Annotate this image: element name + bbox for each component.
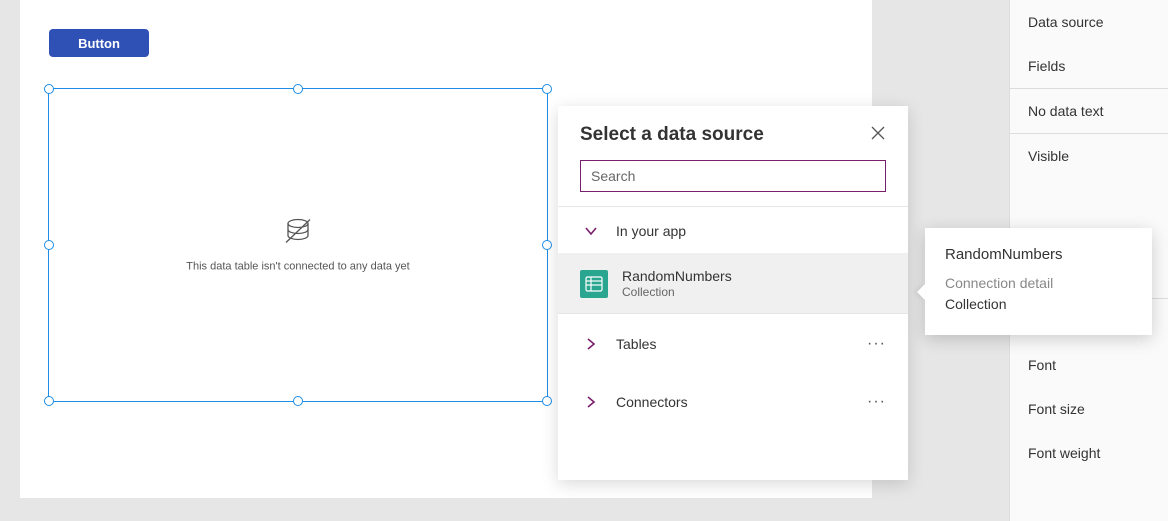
resize-handle-tm[interactable]	[293, 84, 303, 94]
prop-fields[interactable]: Fields	[1010, 44, 1168, 88]
section-tables[interactable]: Tables ···	[558, 314, 908, 372]
button-label: Button	[78, 36, 120, 51]
popout-title: Select a data source	[580, 124, 764, 146]
datatable-empty-state: This data table isn't connected to any d…	[49, 218, 547, 273]
prop-no-data-text[interactable]: No data text	[1010, 89, 1168, 133]
item-subtitle: Collection	[622, 285, 732, 299]
datatable-empty-text: This data table isn't connected to any d…	[49, 261, 547, 273]
more-icon[interactable]: ···	[867, 393, 886, 411]
resize-handle-bm[interactable]	[293, 396, 303, 406]
prop-visible[interactable]: Visible	[1010, 134, 1168, 178]
prop-data-source[interactable]: Data source	[1010, 0, 1168, 44]
resize-handle-tl[interactable]	[44, 84, 54, 94]
resize-handle-bl[interactable]	[44, 396, 54, 406]
more-icon[interactable]: ···	[867, 335, 886, 353]
data-source-item-randomnumbers[interactable]: RandomNumbers Collection	[558, 253, 908, 313]
datatable-control-selected[interactable]: This data table isn't connected to any d…	[48, 88, 548, 402]
item-title: RandomNumbers	[622, 268, 732, 285]
data-source-tooltip: RandomNumbers Connection detail Collecti…	[925, 228, 1152, 335]
chevron-down-icon	[580, 224, 602, 238]
close-icon[interactable]	[870, 125, 886, 146]
tooltip-connection-label: Connection detail	[945, 273, 1132, 294]
collection-icon	[580, 270, 608, 298]
section-connectors[interactable]: Connectors ···	[558, 372, 908, 430]
prop-font[interactable]: Font	[1010, 343, 1168, 387]
section-label: In your app	[616, 223, 686, 239]
section-in-your-app[interactable]: In your app	[558, 207, 908, 253]
data-source-popout: Select a data source In your app RandomN…	[558, 106, 908, 480]
chevron-right-icon	[580, 337, 602, 351]
section-label: Connectors	[616, 394, 688, 410]
tooltip-title: RandomNumbers	[945, 246, 1132, 263]
prop-font-weight[interactable]: Font weight	[1010, 431, 1168, 475]
button-control[interactable]: Button	[49, 29, 149, 57]
section-label: Tables	[616, 336, 656, 352]
resize-handle-tr[interactable]	[542, 84, 552, 94]
prop-font-size[interactable]: Font size	[1010, 387, 1168, 431]
tooltip-connection-value: Collection	[945, 294, 1132, 315]
chevron-right-icon	[580, 395, 602, 409]
search-input[interactable]	[580, 160, 886, 192]
database-icon	[283, 218, 313, 251]
resize-handle-br[interactable]	[542, 396, 552, 406]
